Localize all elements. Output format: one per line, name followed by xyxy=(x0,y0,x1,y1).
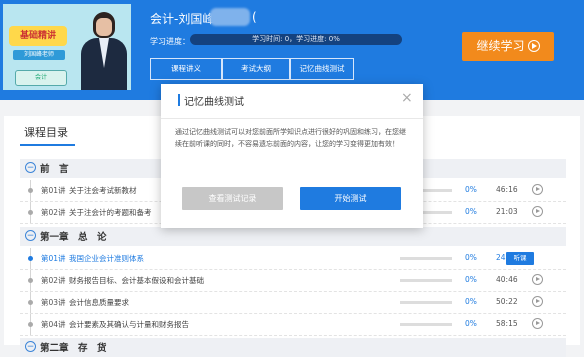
memory-test-button[interactable]: 记忆曲线测试 xyxy=(290,58,354,80)
lesson-number: 第02讲 xyxy=(41,276,66,285)
lesson-progress-bar xyxy=(400,301,452,304)
syllabus-button[interactable]: 考试大纲 xyxy=(222,58,290,80)
heading-underline xyxy=(20,144,75,146)
progress-label: 学习进度： xyxy=(150,37,190,46)
lesson-percent: 0% xyxy=(465,253,477,262)
lesson-duration: 58:15 xyxy=(496,319,518,328)
timeline-dot xyxy=(28,188,33,193)
lecture-notes-button[interactable]: 课程讲义 xyxy=(150,58,222,80)
thumbnail-badge: 基础精讲 xyxy=(9,26,67,46)
course-thumbnail: 基础精讲 刘国峰老师 会计 xyxy=(3,4,131,90)
redacted-text xyxy=(210,8,250,26)
lesson-progress-bar xyxy=(400,279,452,282)
lesson-duration: 40:46 xyxy=(496,275,518,284)
lesson-row[interactable]: 第04讲 会计要素及其确认与计量和财务报告 0% 58:15 xyxy=(20,314,566,336)
lesson-name[interactable]: 关于注会考试新教材 xyxy=(69,185,137,196)
collapse-icon[interactable]: − xyxy=(25,341,36,352)
close-icon[interactable]: × xyxy=(401,90,413,106)
dialog-title: 记忆曲线测试 xyxy=(184,97,244,108)
timeline-dot xyxy=(28,300,33,305)
collapse-icon[interactable]: − xyxy=(25,230,36,241)
lesson-percent: 0% xyxy=(465,275,477,284)
continue-learning-label: 继续学习 xyxy=(476,39,525,53)
lesson-name[interactable]: 会计要素及其确认与计量和财务报告 xyxy=(69,319,189,330)
timeline-dot xyxy=(28,278,33,283)
play-icon[interactable] xyxy=(532,206,543,217)
title-accent-bar xyxy=(178,94,180,106)
play-icon[interactable] xyxy=(532,274,543,285)
lesson-name[interactable]: 会计信息质量要求 xyxy=(69,297,129,308)
timeline-dot xyxy=(28,322,33,327)
play-icon[interactable] xyxy=(532,296,543,307)
continue-learning-button[interactable]: 继续学习 xyxy=(462,32,554,61)
course-title: 会计-刘国峰 xyxy=(150,12,215,26)
chapter-row[interactable]: − 第二章 存 货 xyxy=(20,338,566,357)
timeline-dot xyxy=(28,210,33,215)
listen-button[interactable]: 听课 xyxy=(506,252,534,265)
lesson-row[interactable]: 第02讲 财务报告目标、会计基本假设和会计基础 0% 40:46 xyxy=(20,270,566,292)
play-icon[interactable] xyxy=(532,184,543,195)
lesson-number: 第03讲 xyxy=(41,298,66,307)
start-test-button[interactable]: 开始测试 xyxy=(300,187,401,210)
catalog-heading: 课程目录 xyxy=(24,126,68,139)
lesson-row[interactable]: 第03讲 会计信息质量要求 0% 50:22 xyxy=(20,292,566,314)
lesson-row-active[interactable]: 第01讲 我国企业会计准则体系 0% 24:42 听课 xyxy=(20,248,566,270)
dialog-description: 通过记忆曲线测试可以对您前面所学知识点进行很好的巩固和练习，在您继续在前听课的同… xyxy=(175,128,406,148)
chapter-title: 第一章 总 论 xyxy=(40,232,107,243)
lesson-number: 第01讲 xyxy=(41,186,66,195)
play-icon[interactable] xyxy=(532,318,543,329)
lesson-percent: 0% xyxy=(465,185,477,194)
timeline-dot xyxy=(28,256,33,261)
progress-text: 学习时间: 0，学习进度: 0% xyxy=(252,35,340,43)
course-title-paren: ( xyxy=(252,10,257,24)
memory-test-dialog: 记忆曲线测试 × 通过记忆曲线测试可以对您前面所学知识点进行很好的巩固和练习，在… xyxy=(161,84,423,228)
lesson-duration: 50:22 xyxy=(496,297,518,306)
collapse-icon[interactable]: − xyxy=(25,162,36,173)
lesson-number: 第04讲 xyxy=(41,320,66,329)
lesson-duration: 46:16 xyxy=(496,185,518,194)
thumbnail-tag: 刘国峰老师 xyxy=(13,50,65,60)
lesson-name[interactable]: 财务报告目标、会计基本假设和会计基础 xyxy=(69,275,204,286)
lesson-percent: 0% xyxy=(465,297,477,306)
thumbnail-deco: 会计 xyxy=(15,70,67,86)
lesson-percent: 0% xyxy=(465,319,477,328)
lesson-number: 第02讲 xyxy=(41,208,66,217)
chapter-title: 前 言 xyxy=(40,164,69,175)
view-test-records-button[interactable]: 查看测试记录 xyxy=(182,187,283,210)
teacher-photo-face xyxy=(96,18,112,36)
chapter-row[interactable]: − 第一章 总 论 xyxy=(20,227,566,246)
lesson-duration: 21:03 xyxy=(496,207,518,216)
lesson-number: 第01讲 xyxy=(41,254,66,263)
play-circle-icon xyxy=(527,39,540,52)
dialog-header: 记忆曲线测试 × xyxy=(161,84,423,119)
lesson-name[interactable]: 关于注会计的考题和备考 xyxy=(69,207,152,218)
lesson-progress-bar xyxy=(400,257,452,260)
lesson-percent: 0% xyxy=(465,207,477,216)
lesson-progress-bar xyxy=(400,323,452,326)
chapter-title: 第二章 存 货 xyxy=(40,343,107,354)
lesson-name[interactable]: 我国企业会计准则体系 xyxy=(69,253,144,264)
